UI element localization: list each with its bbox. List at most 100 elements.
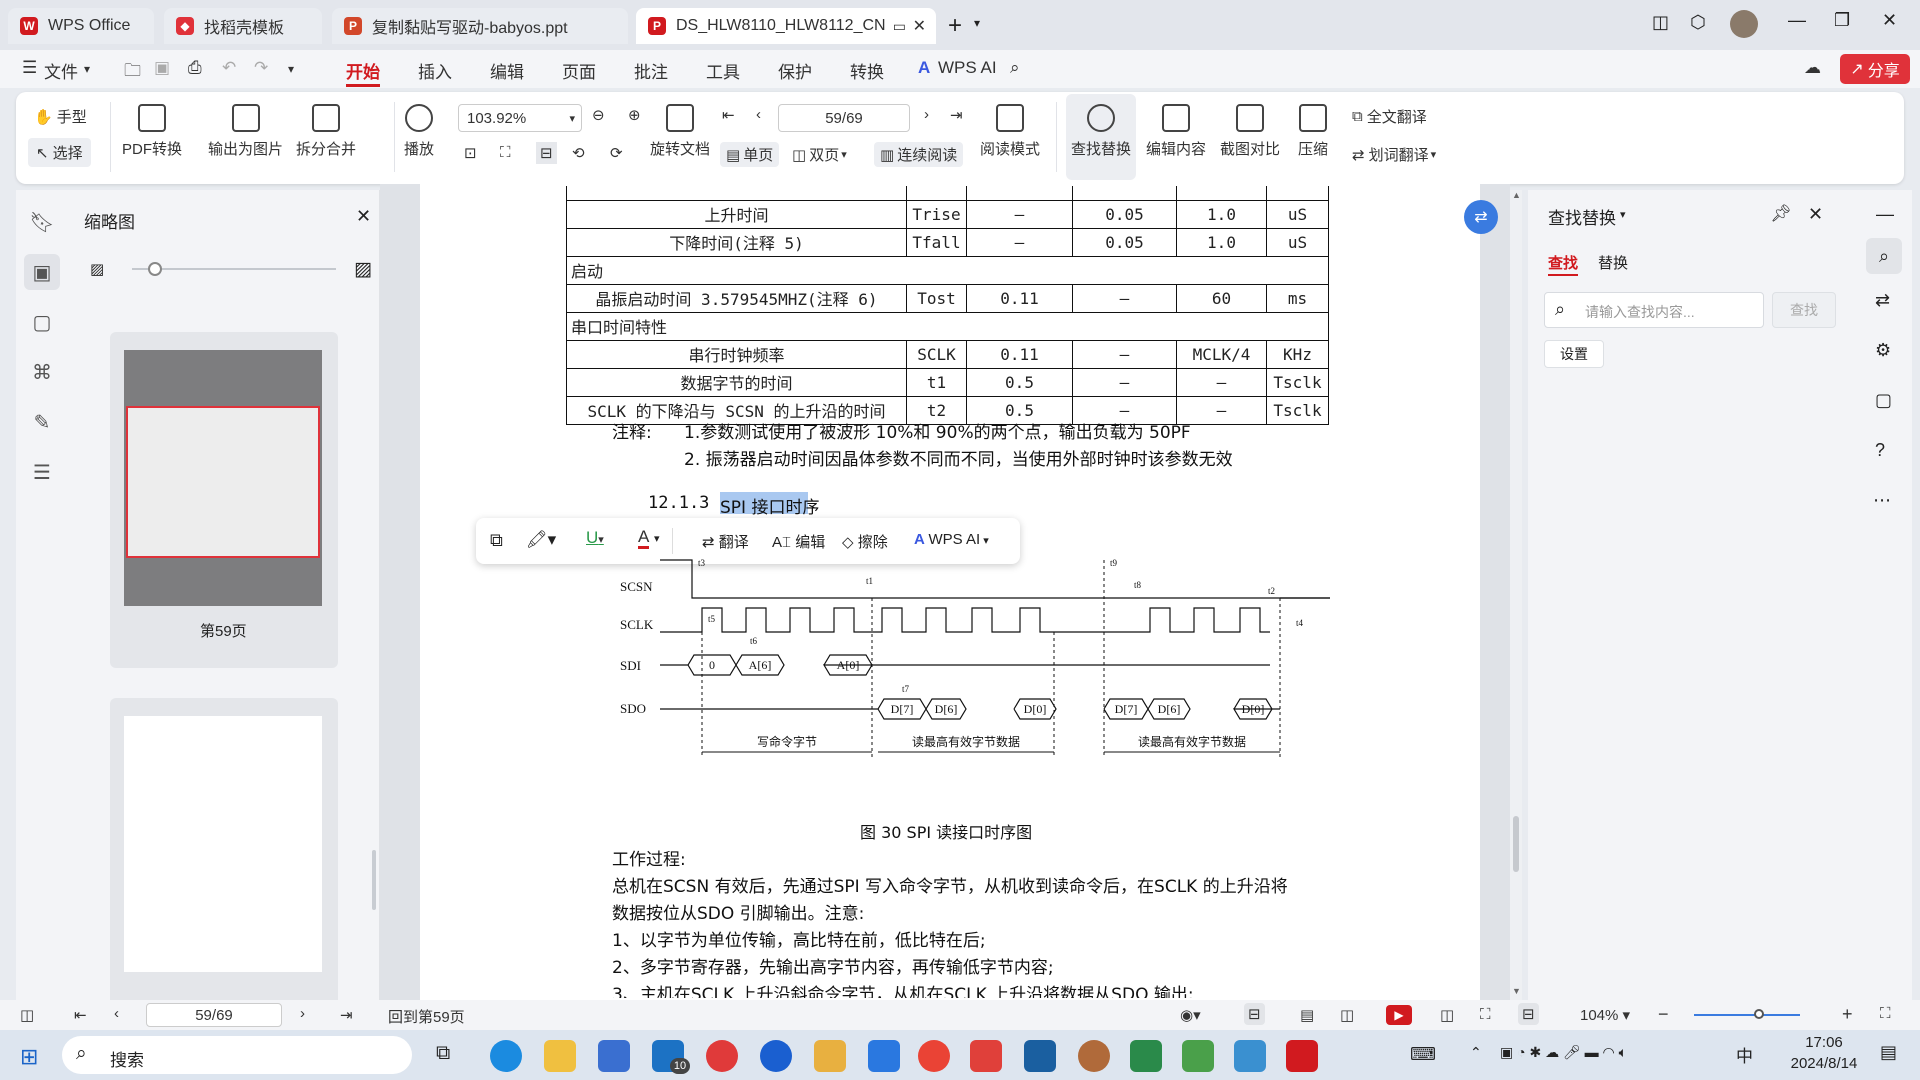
fullscreen-icon[interactable]: ⛶ [1880, 1005, 1891, 1022]
word-translate-button[interactable]: ⇄ 划词翻译 ▾ [1352, 144, 1436, 165]
underline-icon[interactable]: U▾ [586, 528, 604, 548]
close-window-icon[interactable]: ✕ [1882, 10, 1897, 31]
fit-page-icon[interactable]: ⛶ [1480, 1006, 1491, 1023]
first-page-icon[interactable]: ⇤ [722, 106, 735, 124]
tray-expand-icon[interactable]: ⌃ [1470, 1044, 1482, 1061]
next-page-icon[interactable]: › [300, 1005, 305, 1022]
hamburger-icon[interactable]: ☰ [22, 58, 37, 78]
chrome-icon[interactable] [918, 1040, 950, 1072]
sidebar-layout-icon[interactable]: ◫ [1652, 12, 1669, 33]
zoom-out-icon[interactable]: ⊖ [592, 106, 605, 124]
layers-icon[interactable]: ☰ [24, 454, 60, 490]
windows-start-icon[interactable]: ⊞ [20, 1044, 38, 1070]
chevron-down-icon[interactable]: ▾ [84, 62, 90, 76]
maps-icon[interactable] [760, 1040, 792, 1072]
rotate-doc-button[interactable]: 旋转文档 [650, 104, 710, 159]
app-icon[interactable] [1078, 1040, 1110, 1072]
last-page-icon[interactable]: ⇥ [950, 106, 963, 124]
single-page-button[interactable]: ▤ 单页 [720, 142, 780, 167]
menu-protect[interactable]: 保护 [778, 58, 812, 83]
bookmark-icon[interactable]: 🔖︎ [24, 204, 60, 240]
restore-icon[interactable]: ❐ [1834, 10, 1850, 31]
notification-icon[interactable]: ▤ [1880, 1042, 1897, 1063]
wps-taskbar-icon[interactable] [1286, 1040, 1318, 1072]
settings-sliders-icon[interactable]: ⚙ [1875, 340, 1891, 361]
text-color-icon[interactable]: A [638, 528, 650, 549]
task-view-icon[interactable]: ⧉ [436, 1042, 450, 1065]
comment-icon[interactable]: ▢ [24, 304, 60, 340]
tab-pdf-file[interactable]: P DS_HLW8110_HLW8112_CN ▭ ✕ [636, 8, 936, 44]
zoom-slider[interactable] [1694, 1014, 1800, 1016]
find-replace-button[interactable]: 查找替换 [1066, 94, 1136, 180]
pdf-convert-button[interactable]: PDF转换 [122, 104, 182, 159]
pin-icon[interactable]: 📌︎ [1770, 204, 1792, 224]
tray-icons[interactable]: ▣ ◔ ✱ ☁ 🎤︎ ▬ ◠ 🔈︎ [1500, 1044, 1627, 1061]
zoom-select[interactable]: 103.92% ▾ [458, 104, 582, 132]
back-to-page-link[interactable]: 回到第59页 [388, 1006, 465, 1027]
erase-button[interactable]: ◇ 擦除 [842, 531, 888, 552]
view-mode-icon[interactable]: ⊟ [1244, 1003, 1265, 1025]
doc-scrollbar[interactable]: ▲ ▼ [1510, 190, 1522, 1000]
play-icon[interactable]: ▶ [1386, 1005, 1412, 1025]
close-tab-icon[interactable]: ✕ [913, 16, 926, 36]
fit-page-icon[interactable]: ⛶ [500, 144, 511, 161]
keyboard-icon[interactable]: ⌨ [1410, 1044, 1436, 1065]
settings-button[interactable]: 设置 [1544, 340, 1604, 368]
netease-music-icon[interactable] [706, 1040, 738, 1072]
toggle-sidebar-icon[interactable]: ◫ [20, 1006, 34, 1024]
thumbnail-size-slider[interactable] [132, 268, 336, 270]
menu-insert[interactable]: 插入 [418, 58, 452, 83]
play-button[interactable]: 播放 [404, 104, 434, 159]
thumbnail-card-60[interactable] [110, 698, 338, 1000]
menu-home[interactable]: 开始 [346, 58, 380, 83]
double-page-button[interactable]: ◫ 双页 ▾ [792, 144, 847, 165]
edit-button[interactable]: A⌶ 编辑 [772, 531, 825, 552]
tab-ppt-file[interactable]: P 复制黏贴写驱动-babyos.ppt [332, 8, 628, 44]
app-icon[interactable] [1182, 1040, 1214, 1072]
fit-width-icon[interactable]: ⊟ [1518, 1003, 1539, 1025]
select-tool-button[interactable]: ↖ 选择 [28, 138, 91, 167]
translate-icon[interactable]: ⇄ [1875, 290, 1890, 311]
status-zoom-select[interactable]: 104% ▾ [1580, 1006, 1630, 1024]
highlight-icon[interactable]: 🖍︎▾ [526, 530, 556, 550]
fit-width-icon[interactable]: ⊟ [536, 142, 557, 164]
screenshot-compare-button[interactable]: 截图对比 [1220, 104, 1280, 159]
help-icon[interactable]: ? [1875, 440, 1885, 461]
file-explorer-icon[interactable] [544, 1040, 576, 1072]
new-tab-icon[interactable]: + [948, 12, 962, 40]
app-icon[interactable] [1130, 1040, 1162, 1072]
status-page-input[interactable]: 59/69 [146, 1003, 282, 1027]
app-icon[interactable] [970, 1040, 1002, 1072]
prev-page-icon[interactable]: ‹ [114, 1005, 119, 1022]
menu-tools[interactable]: 工具 [706, 58, 740, 83]
chevron-down-icon[interactable]: ▾ [974, 16, 980, 30]
close-icon[interactable]: ✕ [1808, 204, 1823, 225]
undo-icon[interactable]: ↶ [222, 58, 236, 78]
more-icon[interactable]: ⋯ [1873, 490, 1891, 511]
minimize-panel-icon[interactable]: — [1876, 204, 1894, 225]
tab-wps-office[interactable]: W WPS Office [8, 8, 154, 44]
tab-find[interactable]: 查找 [1548, 252, 1578, 273]
scroll-up-icon[interactable]: ▲ [1512, 190, 1521, 200]
single-page-icon[interactable]: ▤ [1300, 1006, 1314, 1024]
close-icon[interactable]: ✕ [356, 206, 371, 227]
find-button[interactable]: 查找 [1772, 292, 1836, 328]
app-icon[interactable] [1234, 1040, 1266, 1072]
menu-edit[interactable]: 编辑 [490, 58, 524, 83]
share-button[interactable]: ↗ 分享 [1840, 54, 1910, 84]
thumbnail-card-59[interactable]: 第59页 [110, 332, 338, 668]
print-icon[interactable]: ⎙ [188, 58, 202, 78]
menu-file[interactable]: 文件 [44, 58, 78, 83]
thumbnail-scrollbar[interactable] [372, 850, 376, 910]
save-icon[interactable]: ▣ [154, 58, 170, 78]
page-number-input[interactable]: 59/69 [778, 104, 910, 132]
compress-button[interactable]: 压缩 [1298, 104, 1328, 159]
prev-page-icon[interactable]: ‹ [756, 106, 761, 123]
monitor-icon[interactable]: ▭ [893, 18, 906, 35]
signature-icon[interactable]: ✎ [24, 404, 60, 440]
translate-float-icon[interactable]: ⇄ [1464, 200, 1498, 234]
eye-icon[interactable]: ◉▾ [1180, 1006, 1201, 1024]
scrollbar-thumb[interactable] [1513, 816, 1519, 872]
search-icon[interactable]: ⌕ [1866, 238, 1902, 274]
chevron-down-icon[interactable]: ▾ [288, 62, 294, 76]
